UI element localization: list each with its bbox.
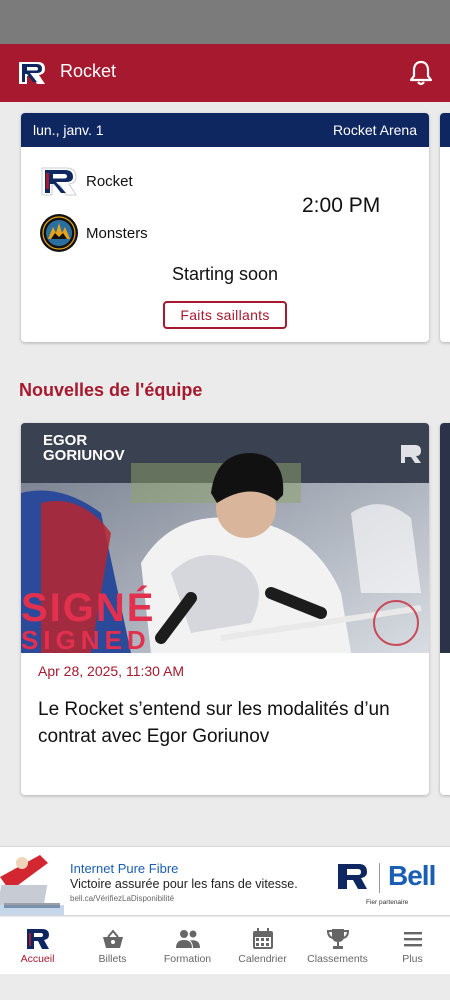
home-team-name: Rocket [86, 172, 133, 190]
news-article-image: EGOR GORIUNOV SIGNÉ SIGNED [21, 423, 429, 653]
trophy-icon [326, 929, 349, 949]
basket-icon [102, 929, 123, 948]
rocket-logo-icon [338, 864, 367, 889]
ad-headline: Internet Pure Fibre [70, 861, 179, 876]
game-date: lun., janv. 1 [33, 122, 104, 138]
player-photo-graphic: EGOR GORIUNOV SIGNÉ SIGNED [21, 423, 429, 653]
ad-partner-text: Fier partenaire [366, 899, 409, 906]
news-article-date: Apr 28, 2025, 11:30 AM [38, 663, 185, 679]
monsters-team-logo-icon [40, 214, 78, 252]
status-bar [0, 0, 450, 44]
notifications-bell-icon[interactable] [408, 59, 434, 87]
away-team-row: Monsters [39, 214, 148, 252]
image-signed-fr: SIGNÉ [21, 585, 155, 630]
nav-item-billets[interactable]: Billets [75, 917, 150, 974]
away-team-name: Monsters [86, 224, 148, 242]
next-news-card-peek[interactable] [440, 423, 450, 795]
ad-laptop-graphic [0, 847, 64, 915]
image-signed-en: SIGNED [21, 625, 151, 653]
image-player-last-name: GORIUNOV [43, 447, 125, 464]
menu-icon [403, 932, 422, 947]
system-nav-area [0, 974, 450, 1000]
nav-item-accueil[interactable]: Accueil [0, 917, 75, 974]
home-team-row: Rocket [39, 162, 133, 200]
news-article-headline[interactable]: Le Rocket s’entend sur les modalités d’u… [38, 696, 416, 750]
nav-label: Plus [402, 953, 423, 965]
calendar-icon [252, 928, 273, 949]
nav-item-calendrier[interactable]: Calendrier [225, 917, 300, 974]
rocket-team-logo-icon [41, 167, 77, 196]
ad-divider [379, 863, 380, 893]
nav-label: Formation [163, 953, 212, 965]
ad-banner[interactable]: Internet Pure Fibre Victoire assurée pou… [0, 846, 450, 916]
ad-text: Victoire assurée pour les fans de vitess… [70, 877, 298, 891]
rocket-logo-icon [19, 62, 45, 84]
nav-label: Accueil [20, 953, 55, 965]
nav-label: Billets [98, 953, 127, 965]
news-article-card[interactable]: EGOR GORIUNOV SIGNÉ SIGNED Apr 28, 2025,… [21, 423, 429, 795]
nav-item-plus[interactable]: Plus [375, 917, 450, 974]
nav-label: Classements [307, 953, 368, 965]
game-card[interactable]: lun., janv. 1 Rocket Arena Rocket Monste… [21, 113, 429, 342]
game-venue: Rocket Arena [332, 122, 417, 138]
game-time: 2:00 PM [302, 194, 381, 217]
next-game-card-peek[interactable] [440, 113, 450, 342]
nav-item-formation[interactable]: Formation [150, 917, 225, 974]
highlights-button[interactable]: Faits saillants [163, 301, 287, 329]
people-icon [175, 930, 200, 948]
news-section-title: Nouvelles de l'équipe [19, 380, 203, 400]
bell-logo: Bell [388, 860, 436, 891]
nav-item-classements[interactable]: Classements [300, 917, 375, 974]
rocket-logo-icon [26, 929, 49, 949]
app-title: Rocket [60, 61, 117, 81]
nav-label: Calendrier [238, 953, 287, 965]
game-card-header: lun., janv. 1 Rocket Arena [21, 113, 429, 147]
game-status: Starting soon [171, 264, 279, 284]
ad-url: bell.ca/VérifiezLaDisponibilité [70, 894, 175, 903]
bottom-navigation: Accueil Billets Formation Calendrier Cla… [0, 917, 450, 974]
app-header: Rocket [0, 44, 450, 102]
